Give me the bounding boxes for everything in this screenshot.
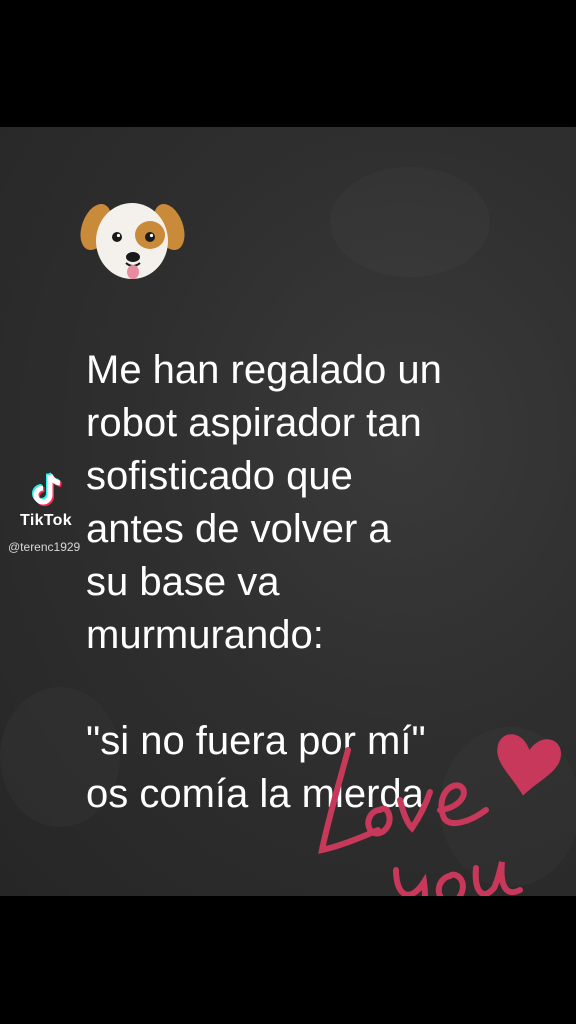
creator-handle: @terenc1929 xyxy=(8,540,81,554)
letterbox-top xyxy=(0,0,576,127)
caption-line: robot aspirador tan xyxy=(86,401,422,445)
caption-line: murmurando: xyxy=(86,613,324,657)
tiktok-brand-label: TikTok xyxy=(20,512,72,529)
tiktok-note-icon xyxy=(32,472,62,506)
tiktok-watermark: TikTok xyxy=(8,470,84,530)
video-frame[interactable]: TikTok @terenc1929 Me han regalado un ro… xyxy=(0,0,576,1024)
quote-line: "si no fuera por mí" xyxy=(86,719,426,763)
caption-line: antes de volver a xyxy=(86,507,391,551)
letterbox-bottom xyxy=(0,896,576,1024)
dog-face-icon xyxy=(80,203,185,279)
caption-line: su base va xyxy=(86,560,280,604)
caption-line: Me han regalado un xyxy=(86,348,442,392)
quote-line: os comía la mierda xyxy=(86,772,424,816)
caption-text: Me han regalado un robot aspirador tan s… xyxy=(86,344,556,821)
background-leaf xyxy=(330,167,490,277)
caption-line: sofisticado que xyxy=(86,454,353,498)
